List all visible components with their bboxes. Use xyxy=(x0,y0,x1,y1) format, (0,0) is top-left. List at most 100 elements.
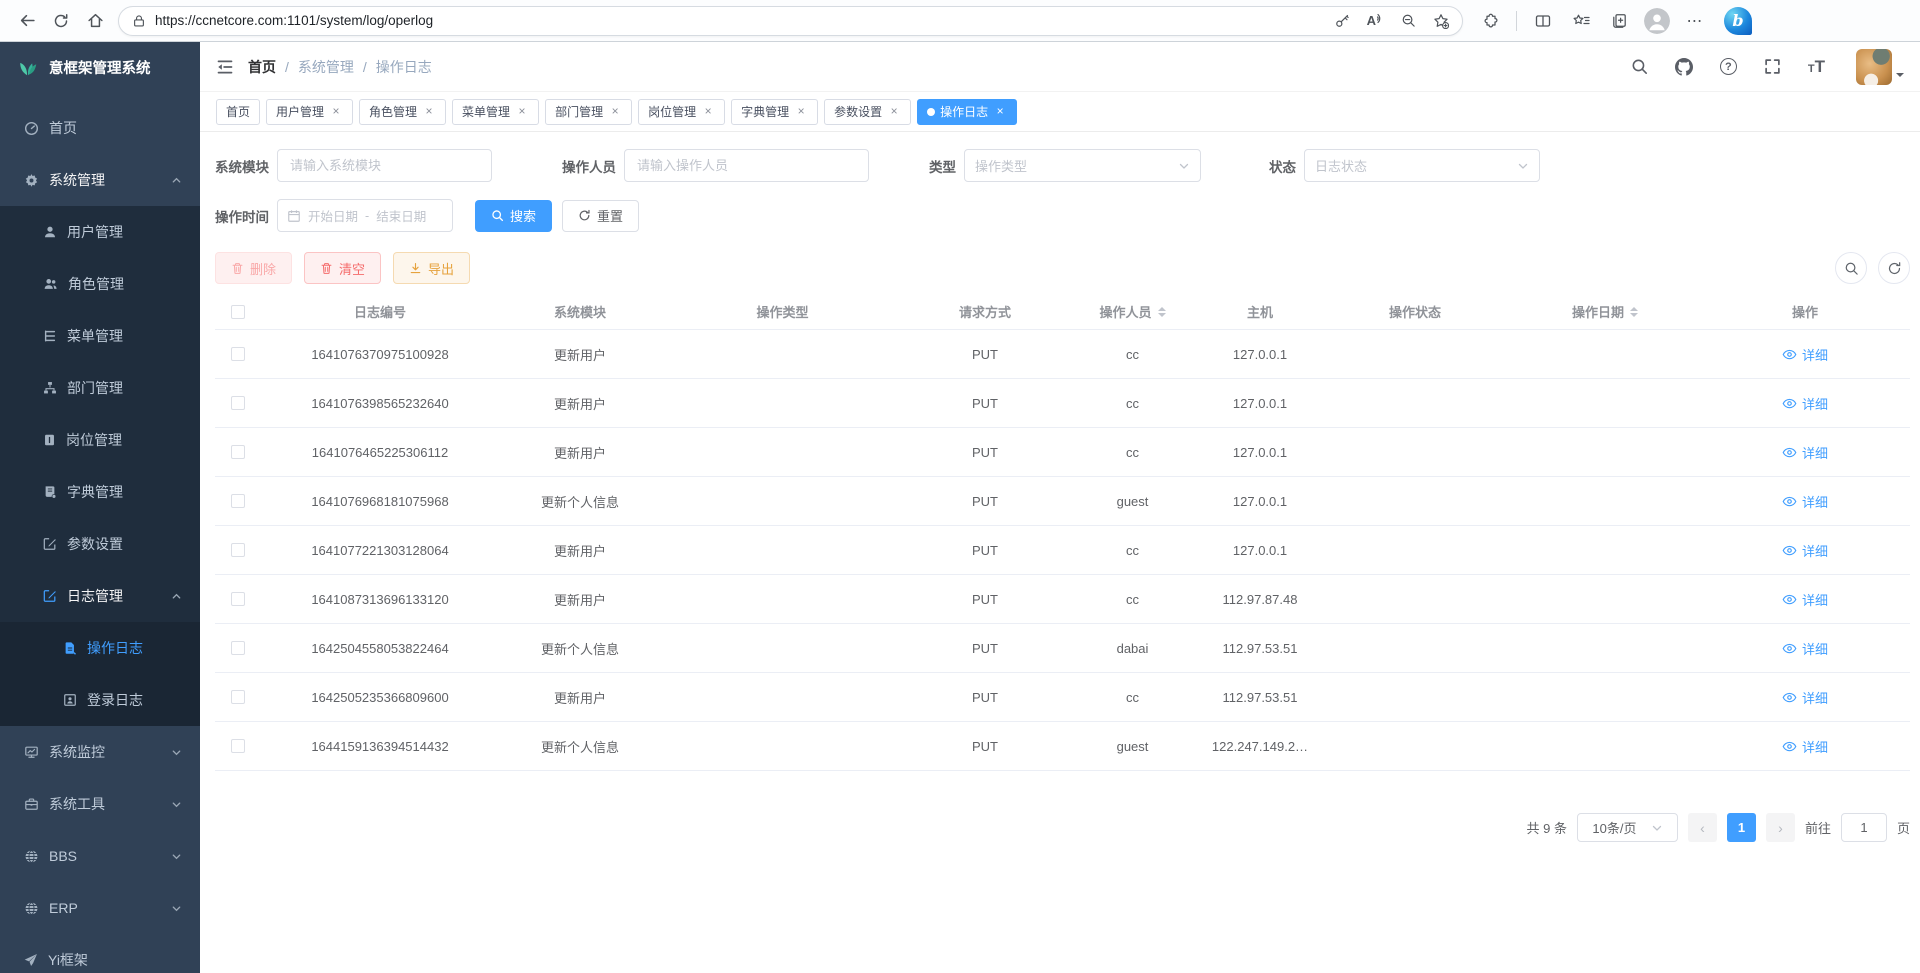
chevron-down-icon xyxy=(1517,160,1529,172)
sidebar-item-log-mgmt[interactable]: 日志管理 xyxy=(0,570,200,622)
search-button[interactable]: 搜索 xyxy=(475,200,552,232)
detail-link[interactable]: 详细 xyxy=(1782,590,1828,609)
help-icon[interactable]: ? xyxy=(1720,58,1737,75)
tab-dept-mgmt[interactable]: 部门管理× xyxy=(545,99,632,125)
sidebar-item-login-log[interactable]: 登录日志 xyxy=(0,674,200,726)
sidebar-item-system-tools[interactable]: 系统工具 xyxy=(0,778,200,830)
sidebar-item-system-mgmt[interactable]: 系统管理 xyxy=(0,154,200,206)
fullscreen-icon[interactable] xyxy=(1764,58,1781,75)
sidebar-item-bbs[interactable]: BBS xyxy=(0,830,200,882)
row-checkbox[interactable] xyxy=(231,494,245,508)
browser-settings-menu[interactable]: ⋯ xyxy=(1678,4,1712,38)
row-checkbox[interactable] xyxy=(231,690,245,704)
sidebar-item-user-mgmt[interactable]: 用户管理 xyxy=(0,206,200,258)
close-icon[interactable]: × xyxy=(794,105,808,119)
prev-page-button[interactable]: ‹ xyxy=(1688,813,1717,842)
split-screen-icon[interactable] xyxy=(1526,4,1560,38)
github-icon[interactable] xyxy=(1675,58,1693,76)
read-aloud-icon[interactable]: A xyxy=(1367,13,1384,28)
row-checkbox[interactable] xyxy=(231,347,245,361)
clear-button[interactable]: 清空 xyxy=(304,252,381,284)
add-favorite-icon[interactable] xyxy=(1433,13,1449,29)
tab-menu-mgmt[interactable]: 菜单管理× xyxy=(452,99,539,125)
sidebar-item-post-mgmt[interactable]: 岗位管理 xyxy=(0,414,200,466)
col-operator[interactable]: 操作人员 xyxy=(1065,302,1200,321)
copilot-icon[interactable]: b xyxy=(1724,7,1752,35)
table-search-toggle-button[interactable] xyxy=(1835,252,1867,284)
browser-back-button[interactable] xyxy=(10,4,44,38)
sidebar-item-dict-mgmt[interactable]: 字典管理 xyxy=(0,466,200,518)
tab-user-mgmt[interactable]: 用户管理× xyxy=(266,99,353,125)
breadcrumb-system[interactable]: 系统管理 xyxy=(298,57,354,77)
status-select[interactable]: 日志状态 xyxy=(1304,149,1540,182)
sidebar-item-operation-log[interactable]: 操作日志 xyxy=(0,622,200,674)
row-checkbox[interactable] xyxy=(231,739,245,753)
app-logo[interactable]: 意框架管理系统 xyxy=(0,42,200,92)
sidebar-item-dept-mgmt[interactable]: 部门管理 xyxy=(0,362,200,414)
close-icon[interactable]: × xyxy=(329,105,343,119)
user-avatar[interactable] xyxy=(1856,49,1892,85)
tab-home[interactable]: 首页 xyxy=(216,99,260,125)
close-icon[interactable]: × xyxy=(993,105,1007,119)
next-page-button[interactable]: › xyxy=(1766,813,1795,842)
detail-link[interactable]: 详细 xyxy=(1782,639,1828,658)
detail-link[interactable]: 详细 xyxy=(1782,541,1828,560)
row-checkbox[interactable] xyxy=(231,592,245,606)
detail-link[interactable]: 详细 xyxy=(1782,345,1828,364)
eye-icon xyxy=(1782,592,1797,607)
extensions-icon[interactable] xyxy=(1473,4,1507,38)
table-refresh-button[interactable] xyxy=(1878,252,1910,284)
address-bar[interactable]: https://ccnetcore.com:1101/system/log/op… xyxy=(118,6,1463,36)
close-icon[interactable]: × xyxy=(608,105,622,119)
row-checkbox[interactable] xyxy=(231,396,245,410)
zoom-out-icon[interactable] xyxy=(1401,13,1416,28)
sidebar-item-param-settings[interactable]: 参数设置 xyxy=(0,518,200,570)
sidebar-collapse-icon[interactable] xyxy=(216,58,234,76)
detail-link[interactable]: 详细 xyxy=(1782,492,1828,511)
font-size-icon[interactable]: TT xyxy=(1808,58,1825,75)
reset-button[interactable]: 重置 xyxy=(562,200,639,232)
user-menu[interactable] xyxy=(1856,49,1904,85)
export-button[interactable]: 导出 xyxy=(393,252,470,284)
detail-link[interactable]: 详细 xyxy=(1782,737,1828,756)
tab-dict-mgmt[interactable]: 字典管理× xyxy=(731,99,818,125)
tab-operation-log[interactable]: 操作日志× xyxy=(917,99,1017,125)
detail-link[interactable]: 详细 xyxy=(1782,394,1828,413)
col-date[interactable]: 操作日期 xyxy=(1510,302,1700,321)
sidebar-item-erp[interactable]: ERP xyxy=(0,882,200,934)
collections-icon[interactable] xyxy=(1602,4,1636,38)
favorites-icon[interactable] xyxy=(1564,4,1598,38)
browser-profile-avatar[interactable] xyxy=(1640,4,1674,38)
close-icon[interactable]: × xyxy=(422,105,436,119)
current-page-button[interactable]: 1 xyxy=(1727,813,1756,842)
select-all-checkbox[interactable] xyxy=(231,305,245,319)
detail-link[interactable]: 详细 xyxy=(1782,688,1828,707)
module-input[interactable] xyxy=(277,149,492,182)
sidebar-item-home[interactable]: 首页 xyxy=(0,102,200,154)
close-icon[interactable]: × xyxy=(887,105,901,119)
detail-link[interactable]: 详细 xyxy=(1782,443,1828,462)
close-icon[interactable]: × xyxy=(701,105,715,119)
sidebar-item-role-mgmt[interactable]: 角色管理 xyxy=(0,258,200,310)
browser-home-button[interactable] xyxy=(78,4,112,38)
tab-param-settings[interactable]: 参数设置× xyxy=(824,99,911,125)
tab-role-mgmt[interactable]: 角色管理× xyxy=(359,99,446,125)
operator-input[interactable] xyxy=(624,149,869,182)
delete-button[interactable]: 删除 xyxy=(215,252,292,284)
row-checkbox[interactable] xyxy=(231,543,245,557)
breadcrumb-home[interactable]: 首页 xyxy=(248,57,276,77)
goto-page-input[interactable] xyxy=(1841,813,1887,842)
sidebar-item-menu-mgmt[interactable]: 菜单管理 xyxy=(0,310,200,362)
sidebar-item-yi-framework[interactable]: Yi框架 xyxy=(0,934,200,973)
header-search-icon[interactable] xyxy=(1631,58,1648,75)
row-checkbox[interactable] xyxy=(231,641,245,655)
tab-post-mgmt[interactable]: 岗位管理× xyxy=(638,99,725,125)
date-range-picker[interactable]: 开始日期 - 结束日期 xyxy=(277,199,453,232)
sidebar-item-system-monitor[interactable]: 系统监控 xyxy=(0,726,200,778)
page-size-select[interactable]: 10条/页 xyxy=(1577,813,1678,842)
browser-refresh-button[interactable] xyxy=(44,4,78,38)
close-icon[interactable]: × xyxy=(515,105,529,119)
type-select[interactable]: 操作类型 xyxy=(964,149,1201,182)
password-key-icon[interactable] xyxy=(1335,13,1350,28)
row-checkbox[interactable] xyxy=(231,445,245,459)
